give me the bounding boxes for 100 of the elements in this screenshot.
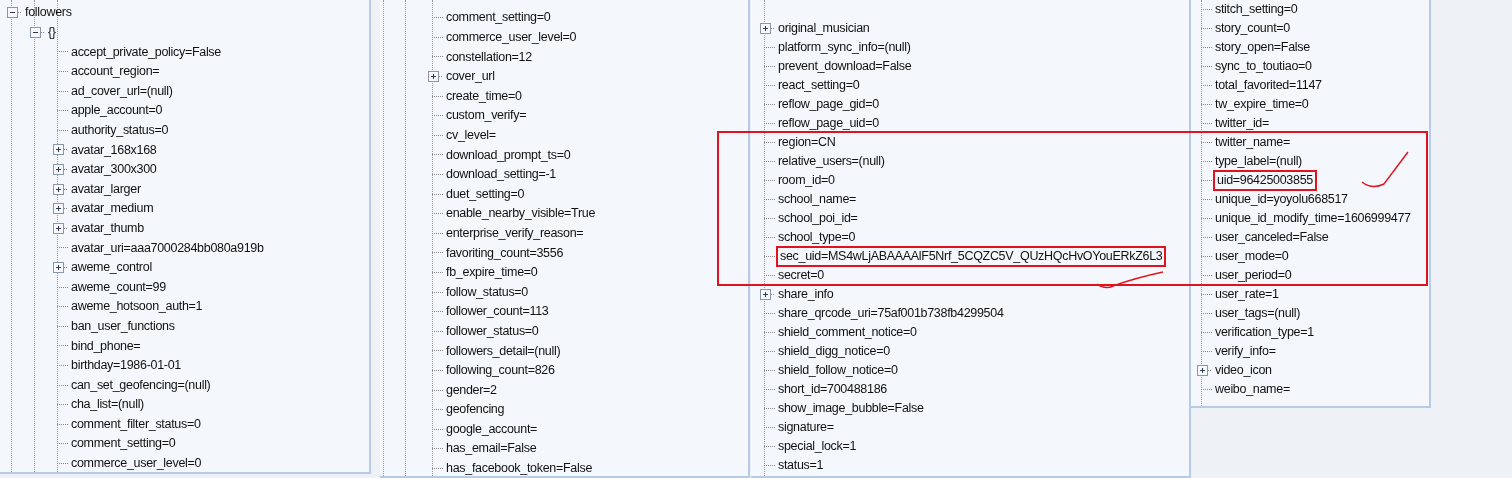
tree-item[interactable]: secret=0 [776,266,826,285]
expand-icon[interactable] [53,222,64,234]
tree-item[interactable]: aweme_count=99 [69,277,168,297]
tree-item[interactable]: react_setting=0 [776,76,862,95]
tree-item[interactable]: total_favorited=1147 [1213,76,1324,95]
tree-item[interactable]: comment_filter_status=0 [69,414,203,434]
tree-item[interactable]: favoriting_count=3556 [444,243,566,263]
tree-item[interactable]: {} [46,23,58,42]
tree-item[interactable]: share_info [776,285,836,304]
tree-item[interactable]: followers [23,3,74,23]
tree-item[interactable]: type_label=(null) [1213,152,1304,171]
tree-item[interactable]: followers_detail=(null) [444,341,563,361]
tree-item[interactable]: avatar_larger [69,179,143,199]
tree-item[interactable]: ad_cover_url=(null) [69,81,175,101]
tree-item[interactable]: twitter_name= [1213,133,1292,152]
tree-item[interactable]: follow_status=0 [444,282,530,302]
tree-item[interactable]: account_region= [69,62,162,81]
tree-item[interactable]: cover_url [444,67,497,86]
tree-item[interactable]: uid=96425003855 [1213,170,1317,191]
tree-item[interactable]: tw_expire_time=0 [1213,95,1311,114]
tree-item[interactable]: user_canceled=False [1213,228,1331,247]
tree-item[interactable]: reflow_page_uid=0 [776,114,881,133]
tree-item[interactable]: avatar_medium [69,199,156,219]
tree-item[interactable]: school_poi_id= [776,209,860,228]
tree-item[interactable]: gender=2 [444,380,499,400]
tree-item[interactable]: aweme_control [69,258,154,277]
expand-icon[interactable] [760,289,771,300]
tree-item[interactable]: original_musician [776,19,872,38]
tree-item[interactable]: avatar_168x168 [69,140,159,160]
tree-item[interactable]: create_time=0 [444,86,524,106]
expand-icon[interactable] [53,203,64,215]
tree-item[interactable]: birthday=1986-01-01 [69,356,183,375]
tree-item[interactable]: enterprise_verify_reason= [444,223,586,243]
tree-item[interactable]: comment_setting=0 [444,8,553,28]
tree-item[interactable]: aweme_hotsoon_auth=1 [69,297,205,317]
tree-item[interactable]: relative_users=(null) [776,152,887,171]
tree-item[interactable]: region=CN [776,133,838,152]
tree-item[interactable]: has_facebook_token=False [444,459,595,476]
tree-item[interactable]: sync_to_toutiao=0 [1213,57,1314,76]
tree-item[interactable]: short_id=700488186 [776,380,889,399]
expand-icon[interactable] [428,71,439,83]
tree-item[interactable]: verify_info= [1213,342,1278,361]
tree-item[interactable]: unique_id=yoyolu668517 [1213,190,1350,209]
tree-item[interactable]: geofencing [444,400,507,420]
tree-item[interactable]: weibo_name= [1213,380,1292,399]
tree-item[interactable]: can_set_geofencing=(null) [69,375,213,395]
tree-item[interactable]: story_count=0 [1213,19,1292,38]
tree-item[interactable]: cha_list=(null) [69,395,146,415]
tree-item[interactable]: share_qrcode_uri=75af001b738fb4299504 [776,304,1006,323]
tree-item[interactable]: platform_sync_info=(null) [776,38,913,57]
tree-item[interactable]: reflow_page_gid=0 [776,95,881,114]
tree-item[interactable]: ban_user_functions [69,316,177,336]
tree-item[interactable]: cv_level= [444,126,498,145]
expand-icon[interactable] [53,144,64,156]
tree-item[interactable]: enable_nearby_visible=True [444,204,598,224]
tree-item[interactable]: prevent_download=False [776,57,914,76]
tree-item[interactable]: video_icon [1213,361,1274,380]
tree-item[interactable]: special_lock=1 [776,437,859,456]
tree-item[interactable]: verification_type=1 [1213,323,1316,342]
tree-item[interactable]: has_email=False [444,439,539,459]
tree-item[interactable]: download_prompt_ts=0 [444,145,573,165]
expand-icon[interactable] [1197,365,1208,376]
tree-item[interactable]: shield_comment_notice=0 [776,323,919,342]
tree-item[interactable]: apple_account=0 [69,101,165,121]
collapse-icon[interactable] [7,7,18,19]
tree-item[interactable]: authority_status=0 [69,121,171,140]
tree-item[interactable]: shield_follow_notice=0 [776,361,900,380]
tree-item[interactable]: show_image_bubble=False [776,399,926,418]
tree-item[interactable]: download_setting=-1 [444,165,558,184]
tree-item[interactable]: commerce_user_level=0 [444,28,579,47]
tree-item[interactable]: unique_id_modify_time=1606999477 [1213,209,1413,228]
tree-item[interactable]: avatar_300x300 [69,160,159,179]
tree-item[interactable]: school_type=0 [776,228,858,247]
tree-item[interactable]: avatar_uri=aaa7000284bb080a919b [69,238,266,258]
tree-item[interactable]: follower_status=0 [444,321,541,341]
tree-item[interactable]: stitch_setting=0 [1213,0,1300,19]
tree-item[interactable]: user_tags=(null) [1213,304,1303,323]
tree-item[interactable]: commerce_user_level=0 [69,454,204,472]
expand-icon[interactable] [53,262,64,273]
collapse-icon[interactable] [30,26,41,38]
expand-icon[interactable] [53,183,64,195]
expand-icon[interactable] [760,23,771,34]
tree-item[interactable]: room_id=0 [776,171,837,190]
tree-item[interactable]: user_period=0 [1213,266,1294,285]
tree-item[interactable]: signature= [776,418,836,437]
tree-item[interactable]: user_mode=0 [1213,247,1291,266]
tree-item[interactable]: constellation=12 [444,47,534,67]
tree-item[interactable]: custom_verify= [444,106,529,126]
tree-item[interactable]: school_name= [776,190,859,209]
tree-item[interactable]: duet_setting=0 [444,184,527,204]
tree-item[interactable]: shield_digg_notice=0 [776,342,892,361]
tree-item[interactable]: google_account= [444,419,540,439]
tree-item[interactable]: accept_private_policy=False [69,42,223,62]
tree-item[interactable]: comment_setting=0 [69,434,178,454]
tree-item[interactable]: twitter_id= [1213,114,1272,133]
tree-item[interactable]: follower_count=113 [444,302,551,322]
tree-item[interactable]: bind_phone= [69,336,143,356]
tree-item[interactable]: avatar_thumb [69,218,146,238]
expand-icon[interactable] [53,164,64,176]
tree-item[interactable]: following_count=826 [444,361,557,380]
